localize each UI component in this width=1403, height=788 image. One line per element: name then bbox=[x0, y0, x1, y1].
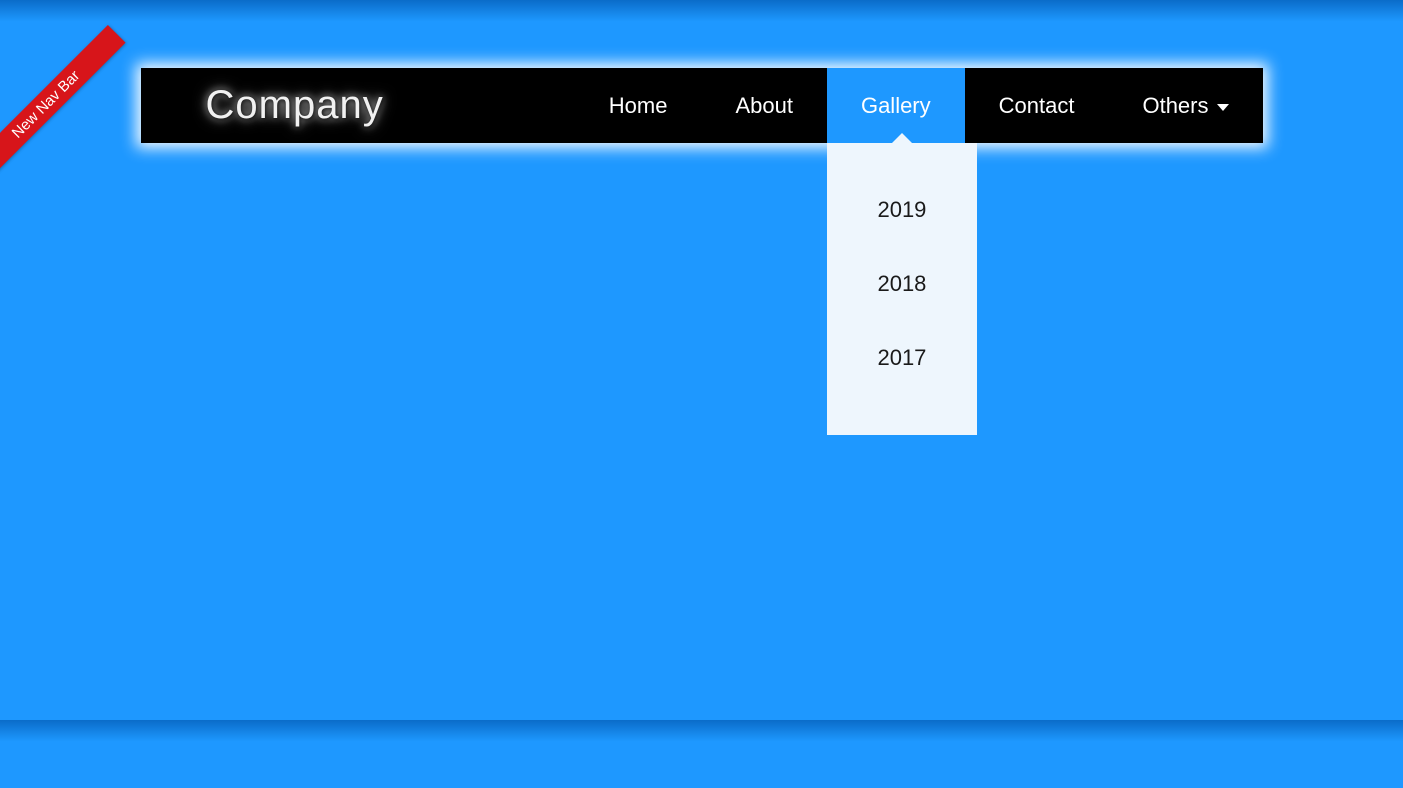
nav-link-about[interactable]: About bbox=[701, 68, 827, 143]
dropdown-item[interactable]: 2019 bbox=[827, 173, 977, 247]
nav-label-others: Others bbox=[1142, 93, 1208, 119]
dropdown-item[interactable]: 2017 bbox=[827, 321, 977, 395]
ribbon-label: New Nav Bar bbox=[9, 67, 84, 142]
main-navbar: Company Home About Gallery 2019 2018 201… bbox=[141, 68, 1263, 143]
gallery-dropdown: 2019 2018 2017 bbox=[827, 143, 977, 435]
dropdown-item[interactable]: 2018 bbox=[827, 247, 977, 321]
nav-item-gallery[interactable]: Gallery 2019 2018 2017 bbox=[827, 68, 965, 143]
nav-link-home[interactable]: Home bbox=[575, 68, 702, 143]
dropdown-link-2018[interactable]: 2018 bbox=[827, 247, 977, 321]
nav-link-others[interactable]: Others bbox=[1108, 68, 1262, 143]
nav-item-others[interactable]: Others bbox=[1108, 68, 1262, 143]
corner-ribbon: New Nav Bar bbox=[0, 25, 126, 184]
nav-link-contact[interactable]: Contact bbox=[965, 68, 1109, 143]
nav-item-home[interactable]: Home bbox=[575, 68, 702, 143]
nav-menu: Home About Gallery 2019 2018 2017 Contac… bbox=[575, 68, 1263, 143]
dropdown-link-2017[interactable]: 2017 bbox=[827, 321, 977, 395]
dropdown-link-2019[interactable]: 2019 bbox=[827, 173, 977, 247]
caret-down-icon bbox=[1217, 104, 1229, 111]
nav-link-gallery[interactable]: Gallery bbox=[827, 68, 965, 143]
logo[interactable]: Company bbox=[141, 83, 424, 128]
nav-item-contact[interactable]: Contact bbox=[965, 68, 1109, 143]
nav-item-about[interactable]: About bbox=[701, 68, 827, 143]
